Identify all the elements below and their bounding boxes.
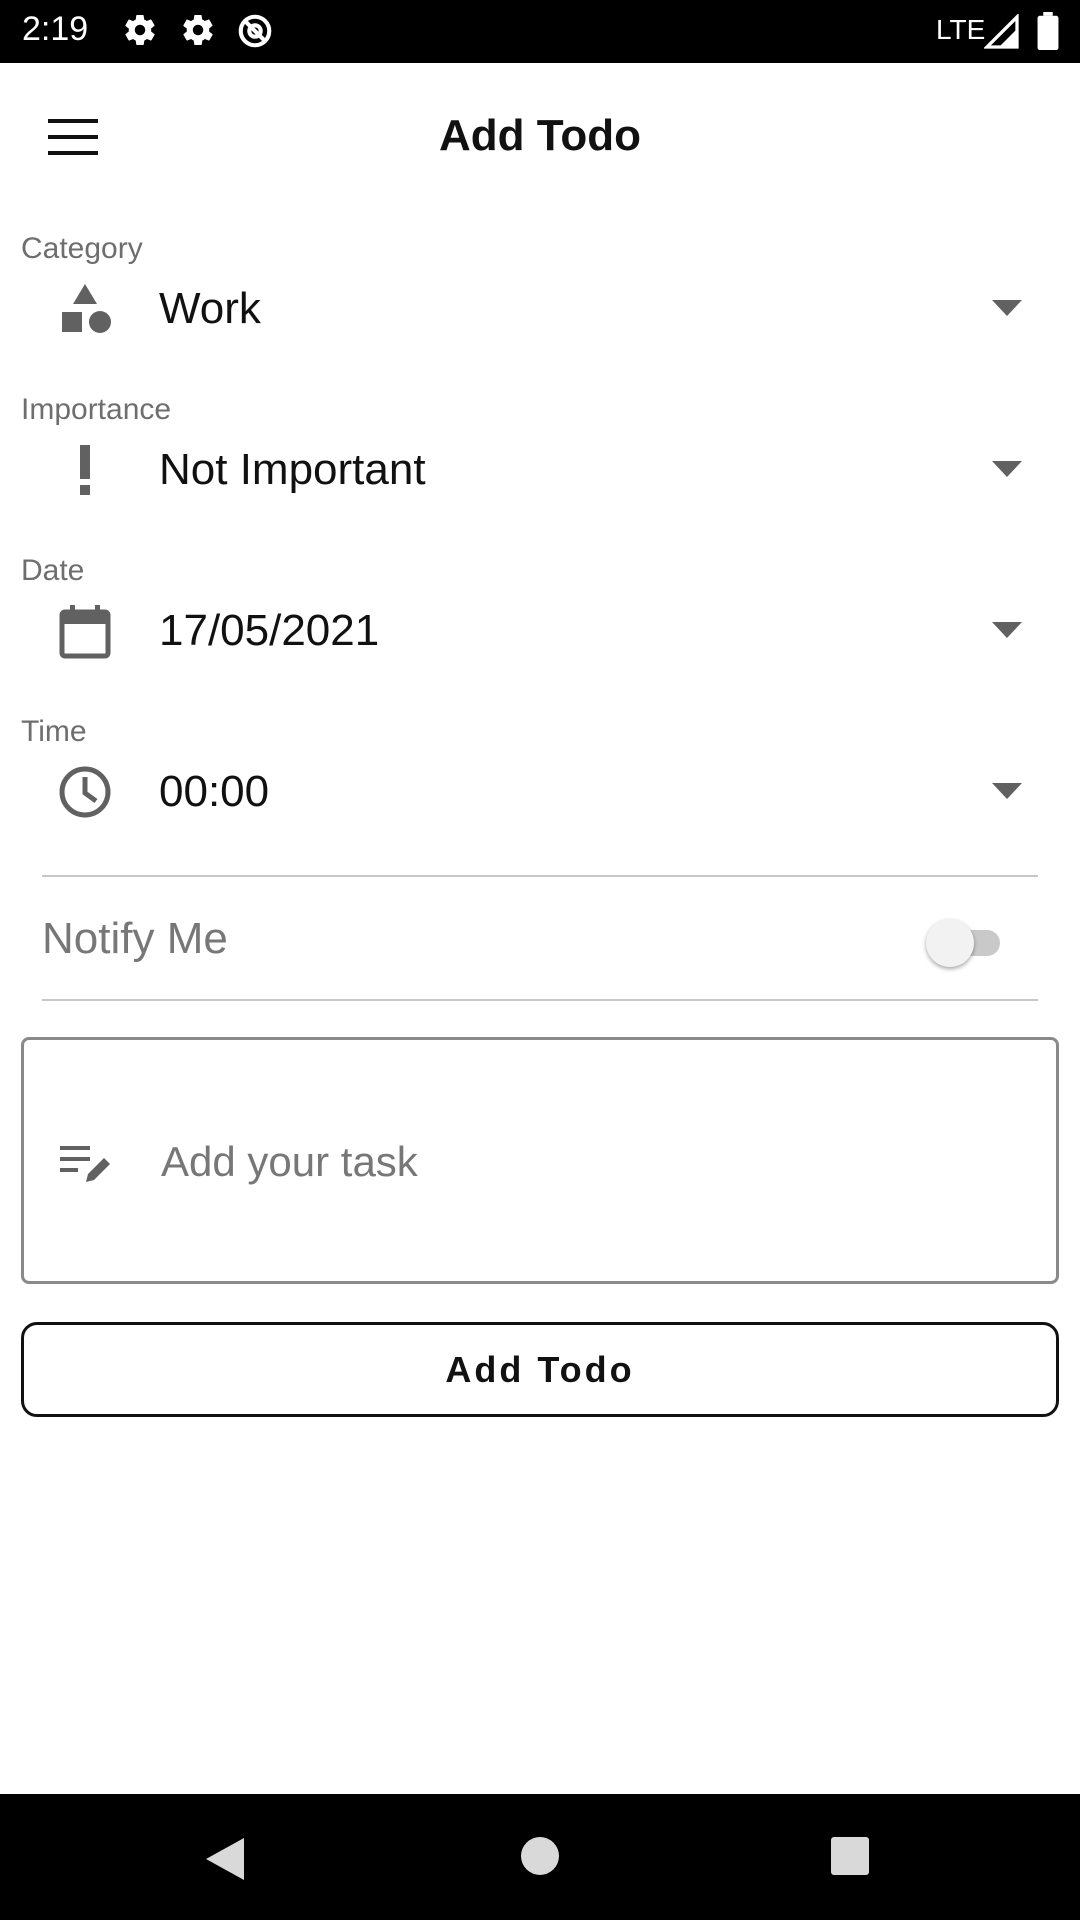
task-placeholder: Add your task [161,1138,418,1185]
settings-icon [125,14,155,46]
category-dropdown[interactable]: Work [0,270,1080,350]
chevron-down-icon [992,783,1022,799]
date-picker[interactable]: 17/05/2021 [0,592,1080,672]
at-sign-icon [238,14,272,48]
navigation-bar [0,1794,1080,1920]
category-label: Category [21,232,143,265]
page-title: Add Todo [439,111,641,160]
calendar-icon [59,605,111,659]
time-value: 00:00 [159,767,270,816]
divider [42,875,1038,877]
importance-dropdown[interactable]: Not Important [0,431,1080,511]
notify-toggle[interactable] [922,913,1010,969]
signal-icon [984,14,1019,49]
status-bar: 2:19 LTE [0,0,1080,63]
time-label: Time [21,715,87,748]
edit-note-icon [60,1146,110,1182]
importance-label: Importance [21,393,172,426]
settings-icon [183,14,213,46]
chevron-down-icon [992,461,1022,477]
notify-label: Notify Me [42,914,228,963]
category-shapes-icon [62,284,111,333]
app-bar: Add Todo [0,63,1080,213]
clock-icon [59,766,111,818]
time-picker[interactable]: 00:00 [0,753,1080,833]
toggle-thumb [926,919,974,967]
battery-icon [1037,12,1059,50]
chevron-down-icon [992,300,1022,316]
status-time: 2:19 [22,10,89,48]
chevron-down-icon [992,622,1022,638]
recents-square-icon[interactable] [830,1836,870,1876]
importance-value: Not Important [159,445,426,494]
back-triangle-icon[interactable] [204,1836,246,1882]
screen: 2:19 LTE Add Todo Category Work Importan… [0,0,1080,1920]
date-label: Date [21,554,85,587]
divider [42,999,1038,1001]
task-input[interactable]: Add your task [21,1037,1059,1284]
category-value: Work [159,284,261,333]
network-type: LTE [936,14,986,45]
home-circle-icon[interactable] [520,1836,560,1876]
add-todo-button[interactable]: Add Todo [21,1322,1059,1417]
exclamation-icon [80,445,90,495]
date-value: 17/05/2021 [159,606,380,655]
